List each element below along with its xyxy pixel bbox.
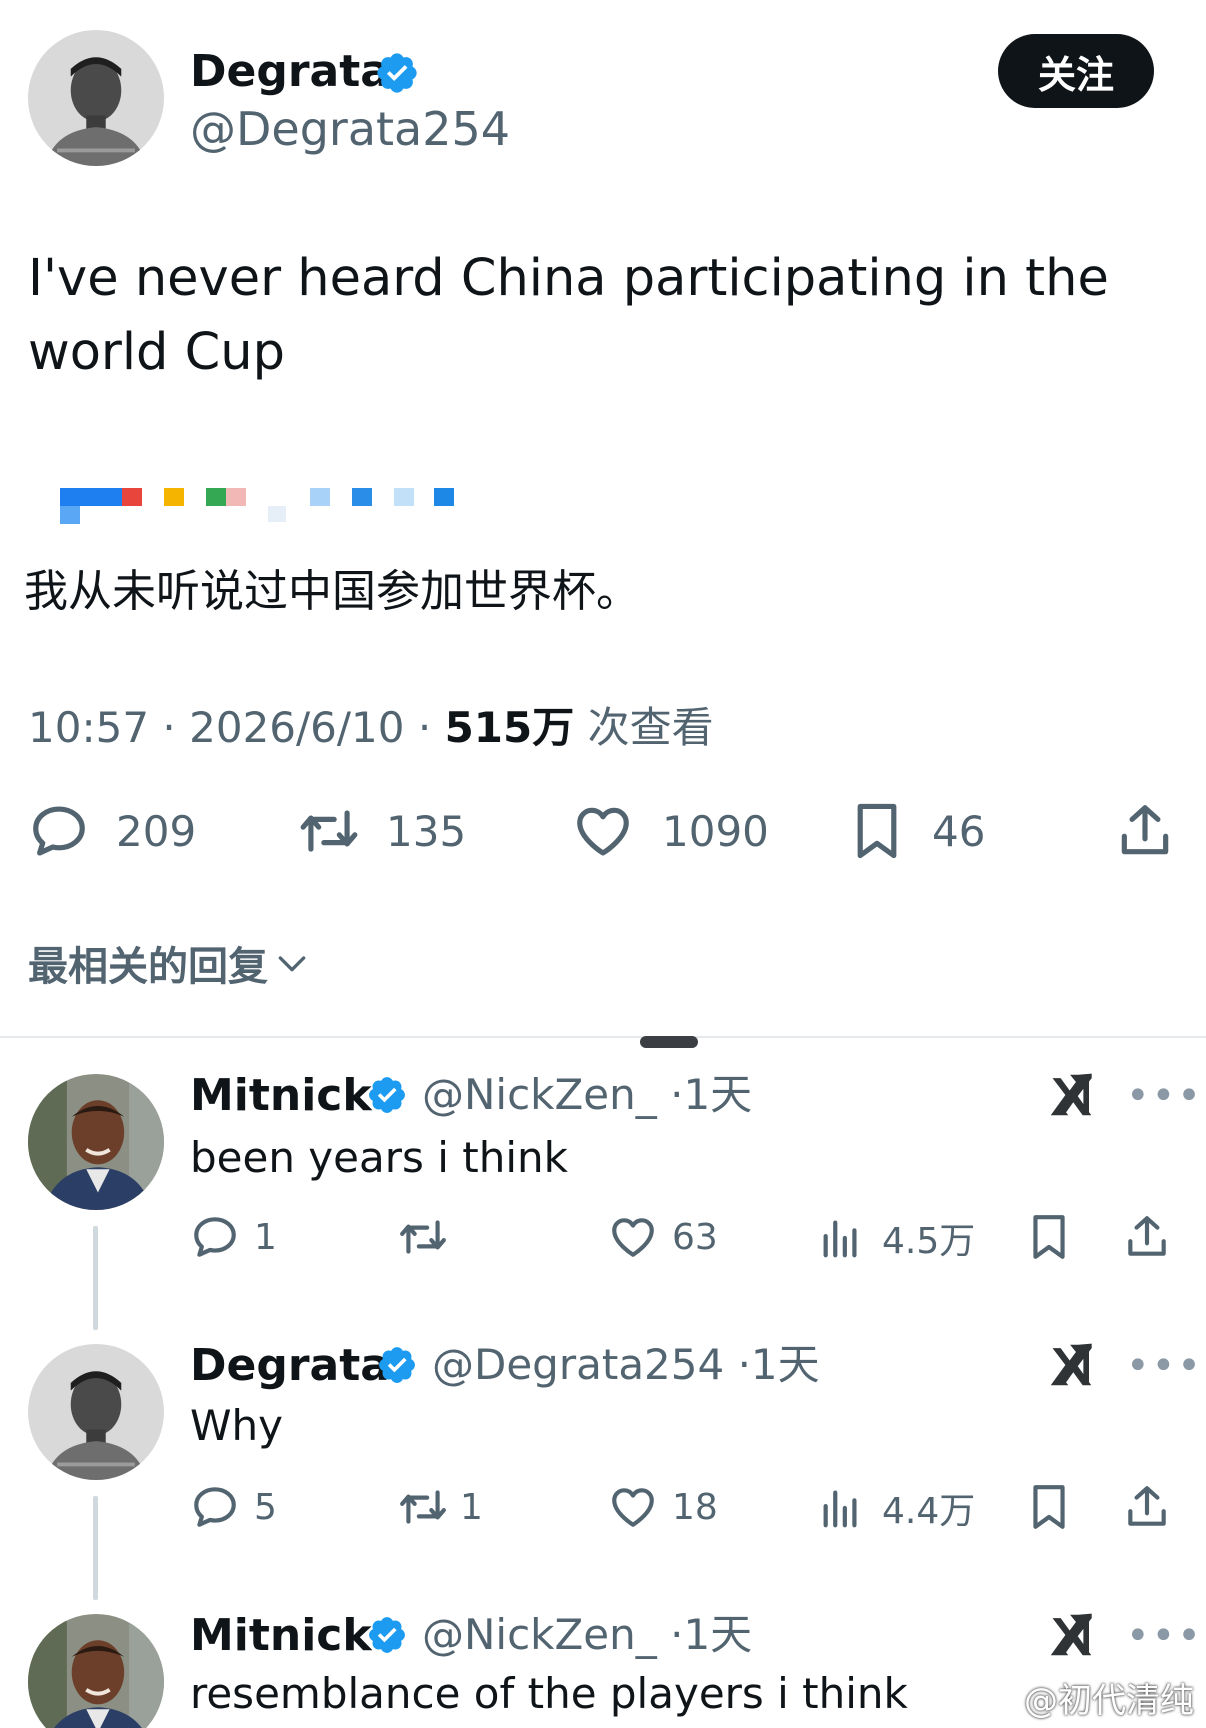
meta-separator: · — [162, 703, 176, 752]
divider — [0, 1036, 1206, 1038]
views-button[interactable]: 4.5万 — [818, 1212, 975, 1264]
view-count: 515万 — [444, 703, 575, 752]
share-icon — [1114, 800, 1176, 862]
reply-avatar[interactable] — [28, 1074, 164, 1210]
reply-avatar[interactable] — [28, 1344, 164, 1480]
reply-text: been years i think — [190, 1133, 568, 1182]
retweet-count: 1 — [460, 1486, 483, 1528]
more-icon[interactable]: ••• — [1126, 1076, 1203, 1116]
reply-count: 1 — [254, 1216, 277, 1258]
thread-line — [93, 1496, 98, 1600]
reply-handle: @Degrata254 — [432, 1340, 725, 1389]
grok-icon[interactable] — [1044, 1338, 1098, 1392]
author-handle[interactable]: @Degrata254 — [190, 106, 510, 152]
reply-count: 209 — [116, 806, 197, 856]
retweet-button[interactable] — [396, 1212, 464, 1262]
reply-icon — [28, 800, 90, 862]
reply-age: ·1天 — [737, 1340, 820, 1389]
bookmark-count: 46 — [932, 806, 986, 856]
retweet-icon — [296, 800, 362, 862]
reply-author-name[interactable]: Mitnick — [190, 1074, 372, 1118]
view-count-label: 次查看 — [587, 703, 714, 752]
heart-icon — [608, 1212, 658, 1262]
bookmark-icon — [1024, 1212, 1074, 1262]
reply-age: ·1天 — [670, 1070, 753, 1119]
grok-icon[interactable] — [1044, 1608, 1098, 1662]
replies-sort-label: 最相关的回复 — [28, 944, 268, 990]
verified-badge-icon — [374, 50, 420, 96]
views-icon — [818, 1483, 864, 1533]
share-button[interactable] — [1122, 1482, 1172, 1532]
bookmark-button[interactable] — [1024, 1482, 1074, 1532]
share-icon — [1122, 1212, 1172, 1262]
thread-line — [93, 1226, 98, 1330]
bookmark-button[interactable] — [1024, 1212, 1074, 1262]
verified-badge-icon — [366, 1074, 408, 1116]
views-icon — [818, 1213, 864, 1263]
translated-text: 我从未听说过中国参加世界杯。 — [24, 566, 640, 617]
retweet-icon — [396, 1212, 450, 1262]
like-count: 63 — [672, 1216, 718, 1258]
reply-handle: @NickZen_ — [422, 1070, 657, 1119]
heart-icon — [608, 1482, 658, 1532]
chevron-down-icon — [272, 943, 312, 983]
reply-age: ·1天 — [670, 1610, 753, 1659]
bookmark-button[interactable]: 46 — [846, 800, 985, 862]
reply-author-handle[interactable]: @Degrata254 ·1天 — [432, 1344, 820, 1386]
watermark: @初代清纯 — [1024, 1681, 1194, 1721]
author-avatar[interactable] — [28, 30, 164, 166]
reply-author-handle[interactable]: @NickZen_ ·1天 — [422, 1614, 752, 1656]
more-icon[interactable]: ••• — [1126, 1346, 1203, 1386]
replies-sort-dropdown[interactable]: 最相关的回复 — [28, 934, 312, 992]
grok-icon[interactable] — [1044, 1068, 1098, 1122]
reply-button[interactable]: 209 — [28, 800, 196, 862]
share-button[interactable] — [1114, 800, 1176, 862]
reply-icon — [190, 1482, 240, 1532]
reply-handle: @NickZen_ — [422, 1610, 657, 1659]
like-count: 1090 — [662, 806, 769, 856]
like-button[interactable]: 1090 — [572, 800, 769, 862]
bookmark-icon — [846, 800, 908, 862]
retweet-icon — [396, 1482, 450, 1532]
views-count: 4.5万 — [882, 1221, 976, 1262]
bookmark-icon — [1024, 1482, 1074, 1532]
tweet-meta: 10:57 · 2026/6/10 · 515万 次查看 — [28, 700, 714, 756]
like-button[interactable]: 63 — [608, 1212, 718, 1262]
share-button[interactable] — [1122, 1212, 1172, 1262]
reply-author-name[interactable]: Mitnick — [190, 1614, 372, 1658]
reply-icon — [190, 1212, 240, 1262]
reply-text: Why — [190, 1401, 284, 1450]
reply-button[interactable]: 5 — [190, 1482, 277, 1532]
views-button[interactable]: 4.4万 — [818, 1482, 975, 1534]
heart-icon — [572, 800, 634, 862]
views-count: 4.4万 — [882, 1491, 976, 1532]
retweet-count: 135 — [386, 806, 467, 856]
meta-separator: · — [417, 703, 432, 752]
more-icon[interactable]: ••• — [1126, 1616, 1203, 1656]
reply-author-name[interactable]: Degrata — [190, 1344, 390, 1388]
reply-button[interactable]: 1 — [190, 1212, 277, 1262]
drag-handle[interactable] — [640, 1036, 698, 1048]
share-icon — [1122, 1482, 1172, 1532]
reply-text: resemblance of the players i think — [190, 1669, 908, 1718]
verified-badge-icon — [376, 1344, 418, 1386]
retweet-button[interactable]: 1 — [396, 1482, 483, 1532]
reply-author-handle[interactable]: @NickZen_ ·1天 — [422, 1074, 752, 1116]
like-count: 18 — [672, 1486, 718, 1528]
translation-label-pixelated — [60, 488, 454, 524]
tweet-text: I've never heard China participating in … — [28, 249, 1109, 382]
follow-button[interactable]: 关注 — [998, 34, 1154, 108]
like-button[interactable]: 18 — [608, 1482, 718, 1532]
tweet-date[interactable]: 2026/6/10 — [189, 703, 404, 752]
author-name[interactable]: Degrata — [190, 50, 390, 94]
verified-badge-icon — [366, 1614, 408, 1656]
reply-count: 5 — [254, 1486, 277, 1528]
retweet-button[interactable]: 135 — [296, 800, 466, 862]
tweet-time[interactable]: 10:57 — [28, 703, 149, 752]
reply-avatar[interactable] — [28, 1614, 164, 1728]
